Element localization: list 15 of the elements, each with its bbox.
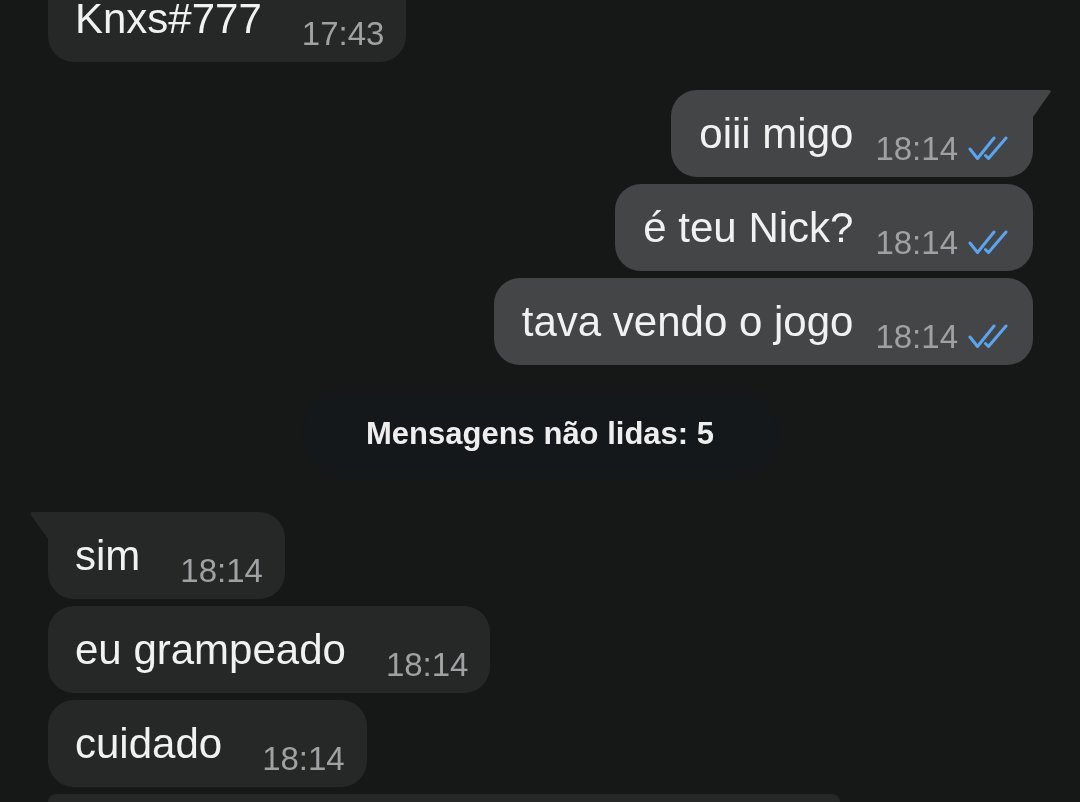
message-text: tava vendo o jogo xyxy=(521,301,854,343)
message-time: 17:43 xyxy=(301,17,385,50)
message-time: 18:14 xyxy=(180,554,263,587)
message-text: cuidado xyxy=(75,723,223,765)
unread-messages-banner: Mensagens não lidas: 5 xyxy=(303,389,777,477)
message-text: eu grampeado xyxy=(75,629,346,671)
message-time: 18:14 xyxy=(385,648,469,681)
message-time: 18:14 xyxy=(262,742,345,775)
message-time: 18:14 xyxy=(875,226,958,259)
message-text: oiii migo xyxy=(699,113,854,155)
message-text: Knxs#777 xyxy=(75,0,262,40)
message-text: é teu Nick? xyxy=(643,207,854,249)
message-time: 18:14 xyxy=(875,320,958,353)
message-time: 18:14 xyxy=(875,132,958,165)
message-text: sim xyxy=(75,535,141,577)
